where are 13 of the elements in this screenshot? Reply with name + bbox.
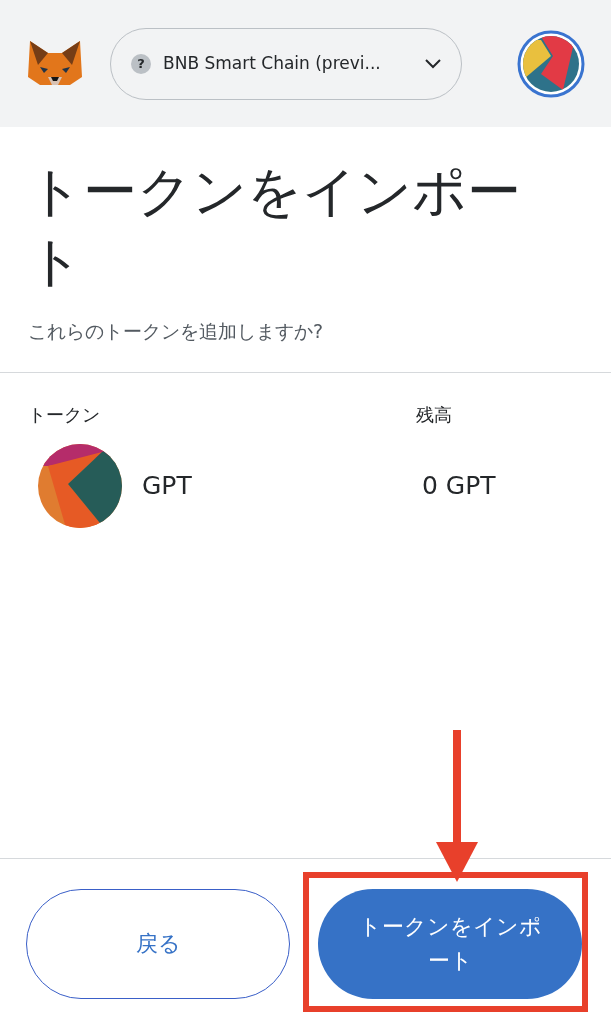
help-icon: ? — [131, 53, 151, 74]
account-avatar-icon[interactable] — [517, 29, 585, 98]
token-balance: 0 GPT — [422, 469, 496, 502]
page-subtitle: これらのトークンを追加しますか? — [28, 319, 325, 344]
back-button[interactable]: 戻る — [26, 889, 290, 999]
page-title: トークンをインポート — [28, 159, 522, 295]
arrow-icon — [436, 730, 478, 882]
import-button[interactable]: トークンをインポート — [318, 889, 582, 999]
column-header: トークン — [28, 402, 101, 427]
token-symbol: GPT — [142, 469, 193, 502]
network-selector[interactable]: ? BNB Smart Chain (previ... — [110, 27, 462, 100]
chevron-down-icon — [425, 58, 441, 69]
column-header: 残高 — [416, 402, 452, 427]
